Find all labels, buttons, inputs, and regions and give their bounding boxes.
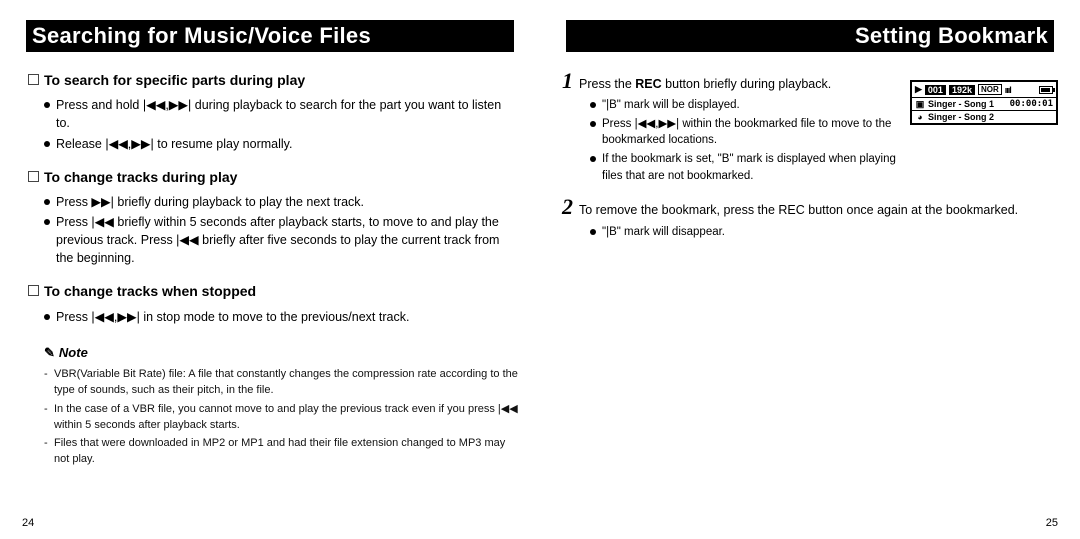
page-title-right: Setting Bookmark — [855, 23, 1048, 49]
page-title-left: Searching for Music/Voice Files — [32, 23, 371, 49]
step-2: 2 To remove the bookmark, press the REC … — [562, 196, 1058, 240]
step-1: 1 Press the REC button briefly during pl… — [562, 70, 898, 184]
bullet-list: Press ▶▶| briefly during playback to pla… — [22, 193, 518, 268]
page-number-left: 24 — [22, 517, 34, 529]
section-head: To change tracks when stopped — [26, 281, 518, 301]
lcd-display: ▶ 001 192k NOR ıııl ▣ Singer - Song 1 00… — [910, 80, 1058, 125]
step-number: 2 — [562, 196, 573, 218]
list-item: Press and hold |◀◀,▶▶| during playback t… — [44, 96, 518, 132]
list-item: Press ▶▶| briefly during playback to pla… — [44, 193, 518, 211]
note-item: Files that were downloaded in MP2 or MP1… — [44, 436, 518, 468]
play-icon: ▶ — [915, 84, 922, 95]
lcd-eq: NOR — [978, 84, 1002, 95]
step-row: 2 To remove the bookmark, press the REC … — [562, 196, 1058, 219]
section-head: To search for specific parts during play — [26, 70, 518, 90]
page-left: Searching for Music/Voice Files To searc… — [0, 0, 540, 539]
header-bar-left: Searching for Music/Voice Files — [22, 20, 518, 52]
lcd-song2: Singer - Song 2 — [928, 112, 994, 122]
list-item: Press |◀◀,▶▶| in stop mode to move to th… — [44, 308, 518, 326]
sub-bullet-list: "|B" mark will disappear. — [562, 224, 1058, 241]
bullet-list: Press and hold |◀◀,▶▶| during playback t… — [22, 96, 518, 152]
header-bar-right: Setting Bookmark — [562, 20, 1058, 52]
list-item: Release |◀◀,▶▶| to resume play normally. — [44, 135, 518, 153]
note-label: Note — [44, 344, 88, 363]
step-text-part: Press the — [579, 77, 635, 91]
lcd-bitrate: 192k — [949, 85, 975, 95]
spread: Searching for Music/Voice Files To searc… — [0, 0, 1080, 539]
section-head: To change tracks during play — [26, 167, 518, 187]
bullet-list: Press |◀◀,▶▶| in stop mode to move to th… — [22, 308, 518, 326]
lcd-track: 001 — [925, 85, 946, 95]
step-text: Press the REC button briefly during play… — [579, 75, 831, 93]
step-number: 1 — [562, 70, 573, 92]
battery-icon — [1039, 86, 1053, 94]
note-block: Note VBR(Variable Bit Rate) file: A file… — [22, 344, 518, 468]
step-text-part: button briefly during playback. — [662, 77, 832, 91]
list-item: If the bookmark is set, "B" mark is disp… — [590, 151, 898, 184]
list-item: Press |◀◀ briefly within 5 seconds after… — [44, 213, 518, 267]
lock-icon: ◕ — [915, 112, 925, 122]
lcd-song-row-1: ▣ Singer - Song 1 00:00:01 — [912, 98, 1056, 111]
bookmark-icon: ▣ — [915, 99, 925, 109]
page-right: Setting Bookmark 1 Press the REC button … — [540, 0, 1080, 539]
note-label-text: Note — [59, 344, 88, 363]
note-item: VBR(Variable Bit Rate) file: A file that… — [44, 367, 518, 399]
signal-icon: ıııl — [1005, 85, 1011, 95]
page-number-right: 25 — [1046, 517, 1058, 529]
list-item: "|B" mark will be displayed. — [590, 97, 898, 114]
step-text: To remove the bookmark, press the REC bu… — [579, 201, 1018, 219]
list-item: Press |◀◀,▶▶| within the bookmarked file… — [590, 116, 898, 149]
lcd-song1: Singer - Song 1 — [928, 99, 994, 109]
note-item: In the case of a VBR file, you cannot mo… — [44, 402, 518, 434]
lcd-time: 00:00:01 — [1010, 99, 1053, 109]
note-list: VBR(Variable Bit Rate) file: A file that… — [44, 367, 518, 469]
list-item: "|B" mark will disappear. — [590, 224, 1058, 241]
step-row: 1 Press the REC button briefly during pl… — [562, 70, 898, 93]
sub-bullet-list: "|B" mark will be displayed. Press |◀◀,▶… — [562, 97, 898, 184]
step-text-bold: REC — [635, 77, 661, 91]
content-left: To search for specific parts during play… — [22, 70, 518, 468]
lcd-song-row-2: ◕ Singer - Song 2 — [912, 111, 1056, 123]
lcd-status-row: ▶ 001 192k NOR ıııl — [912, 82, 1056, 98]
